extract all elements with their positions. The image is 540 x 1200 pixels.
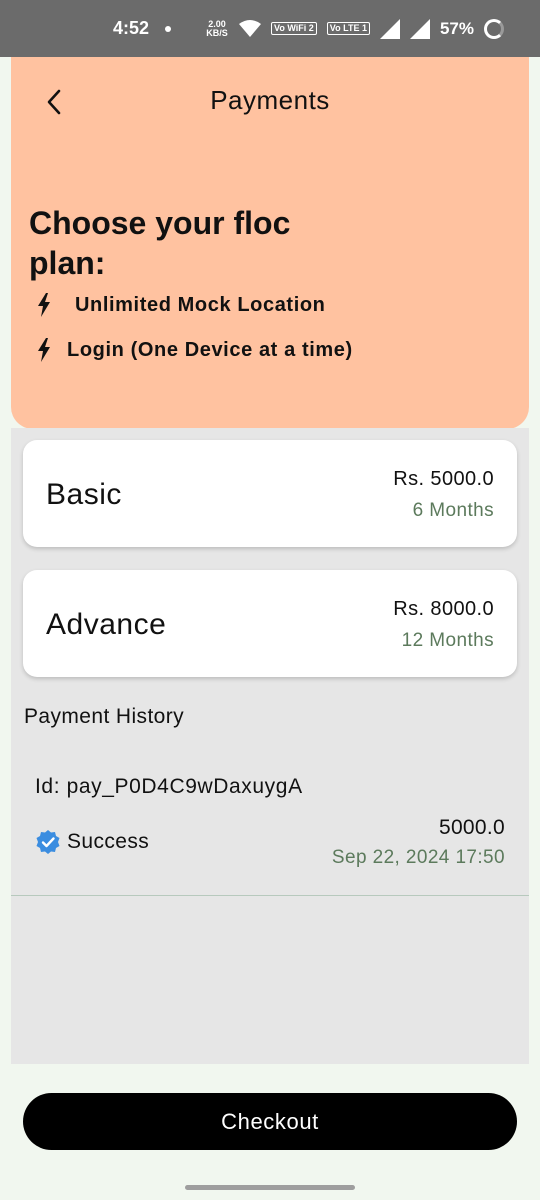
feature-label: Login (One Device at a time)	[67, 338, 353, 361]
network-speed: 2.00 KB/S	[205, 19, 229, 38]
status-time: 4:52	[113, 18, 150, 38]
checkout-button[interactable]: Checkout	[23, 1093, 517, 1150]
payment-history-title: Payment History	[24, 705, 185, 728]
transaction-amount: 5000.0	[438, 816, 505, 839]
plan-price: Rs. 8000.0	[393, 598, 494, 620]
feature-item: Unlimited Mock Location	[35, 293, 325, 317]
lightning-bolt-icon	[38, 338, 50, 362]
plan-duration: 12 Months	[401, 630, 494, 651]
plan-card-advance[interactable]: Advance Rs. 8000.0 12 Months	[23, 570, 517, 677]
signal-icon-2	[409, 18, 430, 39]
plan-duration: 6 Months	[412, 500, 494, 521]
plan-price: Rs. 5000.0	[393, 468, 494, 490]
page-title: Payments	[210, 85, 330, 115]
battery-ring-icon	[484, 18, 504, 39]
plan-heading: Choose your floc plan:	[29, 205, 291, 281]
plan-name: Advance	[46, 608, 167, 641]
feature-label: Unlimited Mock Location	[75, 293, 326, 316]
lightning-bolt-icon	[38, 293, 50, 317]
battery-percent: 57%	[439, 18, 474, 38]
plans-panel: Basic Rs. 5000.0 6 Months Advance Rs. 80…	[11, 428, 529, 1064]
status-bar: 4:52 2.00 KB/S Vo WiFi 2 Vo LTE 1 57%	[0, 0, 540, 57]
volte-lte-badge: Vo LTE 1	[326, 22, 370, 35]
wifi-icon	[239, 19, 262, 37]
verified-check-icon	[36, 830, 60, 854]
notification-dot-icon	[165, 25, 172, 32]
plan-card-basic[interactable]: Basic Rs. 5000.0 6 Months	[23, 440, 517, 547]
volte-wifi-badge: Vo WiFi 2	[271, 22, 317, 35]
feature-item: Login (One Device at a time)	[35, 338, 353, 362]
plan-header-card: Payments Choose your floc plan: Unlimite…	[11, 57, 529, 429]
transaction-status: Success	[35, 829, 149, 855]
home-indicator[interactable]	[185, 1185, 355, 1190]
signal-icon	[379, 18, 400, 39]
network-speed-unit: KB/S	[206, 27, 228, 38]
plan-name: Basic	[46, 478, 122, 511]
payment-history-item[interactable]: Id: pay_P0D4C9wDaxuygA Success 5000.0 Se…	[11, 748, 529, 896]
transaction-date: Sep 22, 2024 17:50	[331, 847, 505, 868]
transaction-id: Id: pay_P0D4C9wDaxuygA	[35, 775, 303, 798]
transaction-status-label: Success	[67, 830, 150, 853]
